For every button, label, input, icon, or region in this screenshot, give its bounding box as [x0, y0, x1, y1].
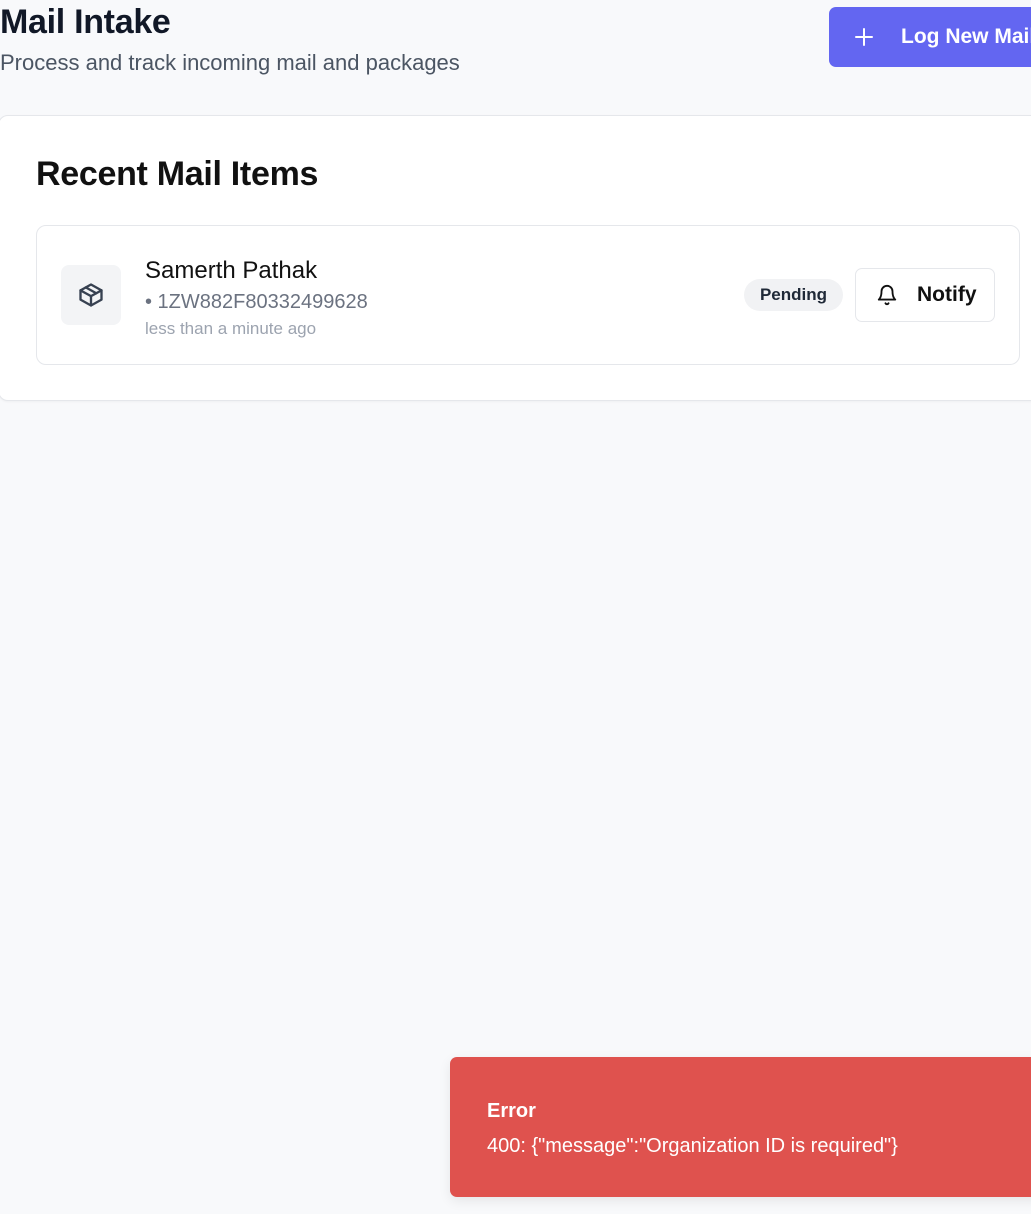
package-icon: [61, 265, 121, 325]
mail-item-tracking: • 1ZW882F80332499628: [145, 291, 368, 313]
error-toast[interactable]: Error 400: {"message":"Organization ID i…: [450, 1057, 1031, 1197]
mail-item-recipient: Samerth Pathak: [145, 257, 318, 284]
recent-mail-card: Recent Mail Items Samerth Pathak • 1ZW88…: [0, 115, 1031, 401]
bell-icon: [876, 284, 898, 306]
notify-button[interactable]: Notify: [855, 268, 995, 322]
page-subtitle: Process and track incoming mail and pack…: [0, 50, 460, 75]
log-new-mail-label: Log New Mail: [901, 25, 1031, 48]
toast-title: Error: [487, 1100, 536, 1122]
log-new-mail-button[interactable]: Log New Mail: [829, 7, 1031, 67]
notify-label: Notify: [917, 283, 977, 306]
toast-message: 400: {"message":"Organization ID is requ…: [487, 1135, 898, 1157]
page-title: Mail Intake: [0, 3, 171, 41]
mail-item-time: less than a minute ago: [145, 319, 317, 338]
recent-mail-title: Recent Mail Items: [36, 155, 319, 193]
mail-item[interactable]: Samerth Pathak • 1ZW882F80332499628 less…: [36, 225, 1020, 365]
plus-icon: [855, 28, 873, 46]
status-badge: Pending: [744, 279, 843, 311]
